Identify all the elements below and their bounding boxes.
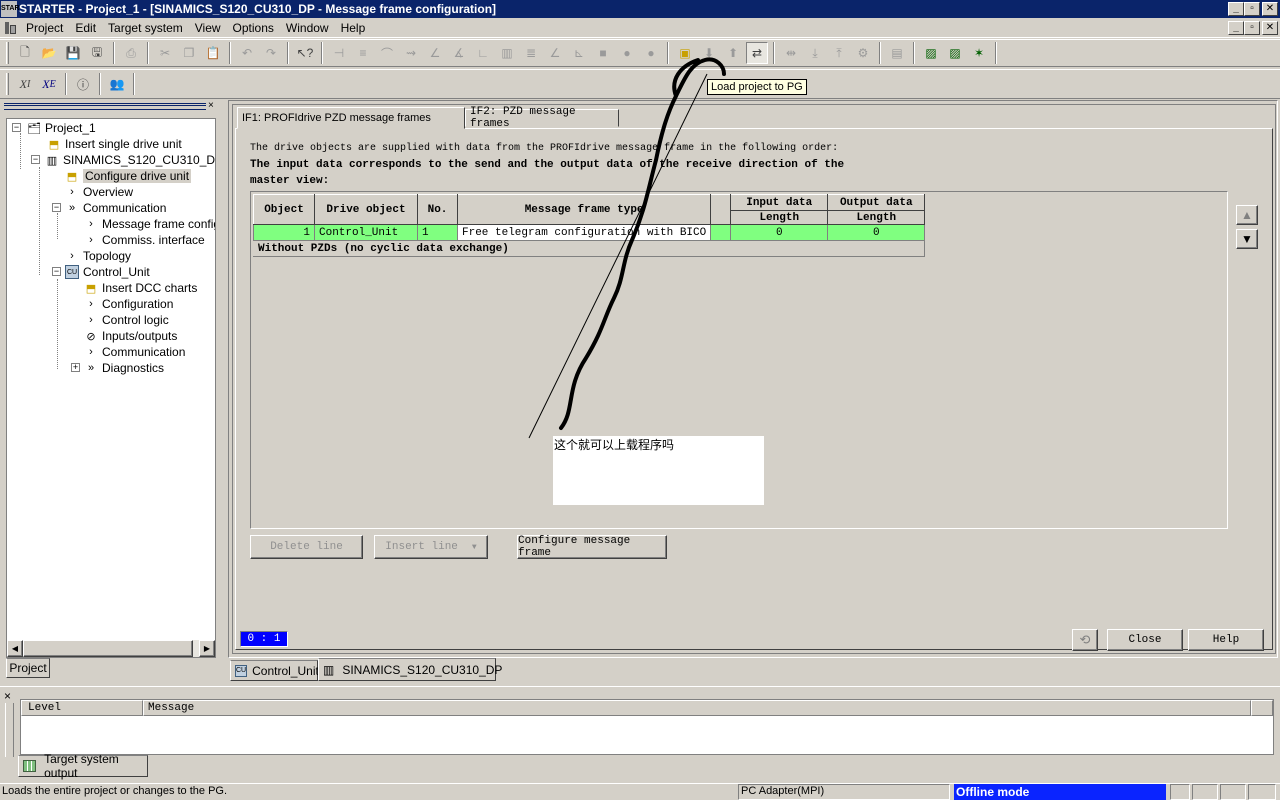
col-message[interactable]: Message [143,700,1251,716]
output-panel: × Level Message Target system output [0,686,1280,780]
status-adapter: PC Adapter(MPI) [738,784,950,800]
status-bar: Loads the entire project or changes to t… [0,783,1280,800]
doc-tab-label: Control_Unit [252,663,319,678]
status-message: Loads the entire project or changes to t… [2,785,228,797]
doc-tab-label: SINAMICS_S120_CU310_DP [342,662,503,677]
document-tabs: CU Control_Unit ▥ SINAMICS_S120_CU310_DP [228,658,1278,682]
col-level[interactable]: Level [21,700,143,716]
output-list-icon [23,760,37,772]
doc-tab-control-unit[interactable]: CU Control_Unit [230,660,319,681]
output-grip [5,703,14,757]
control-unit-icon: CU [235,664,248,677]
output-tab-label: Target system output [44,752,119,780]
tab-target-system-output[interactable]: Target system output [18,752,148,780]
output-close-icon[interactable]: × [4,689,11,703]
annotation-note: 这个就可以上载程序吗 [553,436,764,505]
doc-tab-sinamics[interactable]: ▥ SINAMICS_S120_CU310_DP [318,658,502,681]
drive-unit-icon: ▥ [323,662,335,677]
status-offline-mode: Offline mode [954,784,1166,800]
tab-if1[interactable]: IF1: PROFIdrive PZD message frames [237,107,465,129]
output-list: Level Message [20,699,1274,755]
